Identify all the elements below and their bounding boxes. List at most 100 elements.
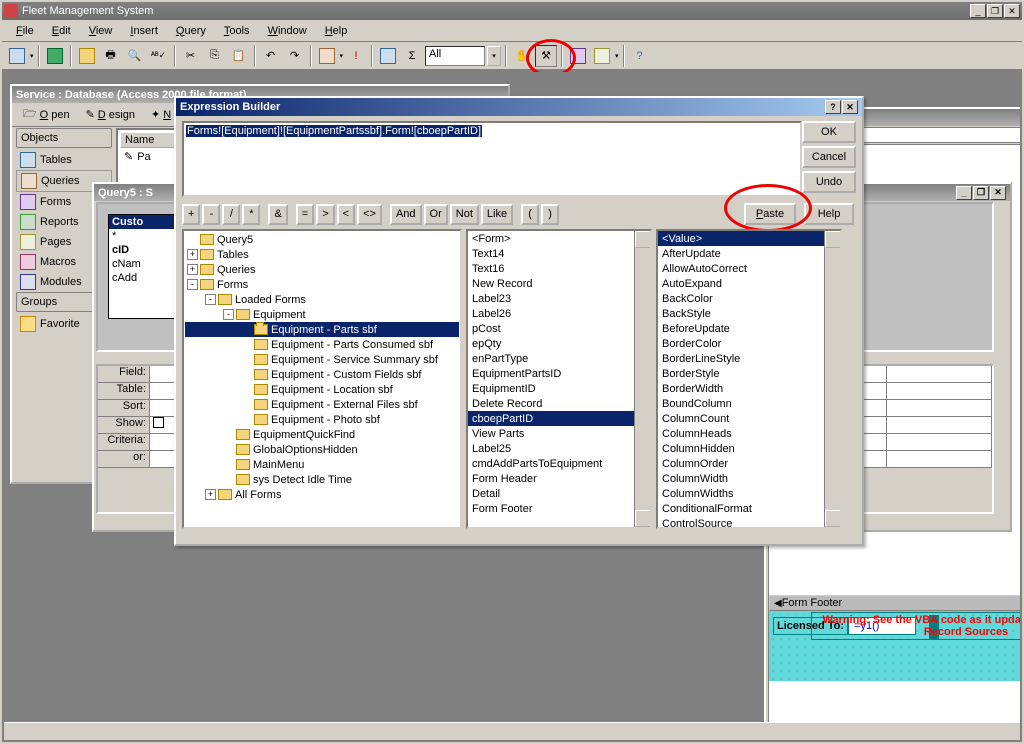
print-icon[interactable]: 🖶 — [100, 45, 122, 67]
menu-help[interactable]: Help — [317, 23, 356, 39]
menu-window[interactable]: Window — [260, 23, 315, 39]
menu-query[interactable]: Query — [168, 23, 214, 39]
copy-icon[interactable]: ⎘ — [204, 45, 226, 67]
close-button[interactable]: ✕ — [1004, 4, 1020, 18]
right-list-item[interactable]: BorderColor — [658, 336, 840, 351]
tree-item[interactable]: Equipment - External Files sbf — [185, 397, 459, 412]
toolbar-btn-1[interactable] — [76, 45, 98, 67]
right-list-item[interactable]: ColumnHidden — [658, 441, 840, 456]
build-icon[interactable]: ⚒ — [535, 45, 557, 67]
mid-list-item[interactable]: Delete Record — [468, 396, 650, 411]
preview-icon[interactable]: 🔍 — [124, 45, 146, 67]
qry-max[interactable]: ❐ — [973, 186, 989, 200]
op-button-x[interactable]: - — [202, 204, 220, 225]
db-design-button[interactable]: ✎ Design — [79, 105, 142, 125]
right-list-item[interactable]: AutoExpand — [658, 276, 840, 291]
op-button-Not[interactable]: Not — [450, 204, 479, 225]
right-list-item[interactable]: ControlSource — [658, 516, 840, 529]
top-values-combo[interactable]: All — [425, 46, 485, 66]
tree-item[interactable]: -Forms — [185, 277, 459, 292]
tree-item[interactable]: Equipment - Service Summary sbf — [185, 352, 459, 367]
menu-view[interactable]: View — [81, 23, 121, 39]
toolbar-view-icon[interactable] — [6, 45, 28, 67]
op-button-Or[interactable]: Or — [424, 204, 448, 225]
menu-insert[interactable]: Insert — [122, 23, 166, 39]
sidebar-tables[interactable]: Tables — [16, 150, 112, 170]
grid-cell[interactable] — [887, 366, 992, 383]
right-list-item[interactable]: ColumnHeads — [658, 426, 840, 441]
right-list-item[interactable]: ConditionalFormat — [658, 501, 840, 516]
right-list-item[interactable]: BoundColumn — [658, 396, 840, 411]
properties-icon[interactable]: ✋ — [511, 45, 533, 67]
restore-button[interactable]: ❐ — [987, 4, 1003, 18]
op-button-xx[interactable]: <> — [357, 204, 382, 225]
mid-list-item[interactable]: Label26 — [468, 306, 650, 321]
mid-list-item[interactable]: View Parts — [468, 426, 650, 441]
mid-list-item[interactable]: New Record — [468, 276, 650, 291]
grid-cell[interactable] — [887, 451, 992, 468]
tree-item[interactable]: Equipment - Location sbf — [185, 382, 459, 397]
tree-item[interactable]: GlobalOptionsHidden — [185, 442, 459, 457]
cut-icon[interactable]: ✂ — [180, 45, 202, 67]
mid-list-item[interactable]: Form Footer — [468, 501, 650, 516]
scrollbar[interactable] — [634, 231, 650, 527]
paste-icon[interactable]: 📋 — [228, 45, 250, 67]
op-button-x[interactable]: = — [296, 204, 314, 225]
form-footer-bar[interactable]: ◀ Form Footer — [769, 595, 1020, 611]
mid-list-item[interactable]: cmdAddPartsToEquipment — [468, 456, 650, 471]
mid-list-item[interactable]: cboepPartID — [468, 411, 650, 426]
op-button-x[interactable]: & — [268, 204, 287, 225]
mid-list-item[interactable]: EquipmentPartsID — [468, 366, 650, 381]
op-button-And[interactable]: And — [390, 204, 422, 225]
right-list-item[interactable]: BeforeUpdate — [658, 321, 840, 336]
op-button-x[interactable]: < — [337, 204, 355, 225]
tree-item[interactable]: -Equipment — [185, 307, 459, 322]
op-button-x[interactable]: ( — [521, 204, 539, 225]
menu-edit[interactable]: Edit — [44, 23, 79, 39]
grid-cell[interactable] — [887, 383, 992, 400]
op-button-x[interactable]: > — [316, 204, 334, 225]
help-button[interactable]: Help — [804, 203, 854, 225]
right-list-item[interactable]: BackColor — [658, 291, 840, 306]
tree-item[interactable]: Query5 — [185, 232, 459, 247]
querytype-icon[interactable] — [316, 45, 338, 67]
grid-cell[interactable] — [887, 434, 992, 451]
db-open-button[interactable]: 🗁 OOpenpen — [16, 105, 77, 125]
expression-textbox[interactable]: Forms![Equipment]![EquipmentPartssbf].Fo… — [182, 121, 802, 197]
menu-file[interactable]: File — [8, 23, 42, 39]
mid-list-item[interactable]: epQty — [468, 336, 650, 351]
newobj-icon[interactable] — [591, 45, 613, 67]
tree-item[interactable]: +All Forms — [185, 487, 459, 502]
ok-button[interactable]: OK — [802, 121, 856, 143]
run-icon[interactable]: ! — [345, 45, 367, 67]
mid-list-item[interactable]: Text14 — [468, 246, 650, 261]
right-list-item[interactable]: AllowAutoCorrect — [658, 261, 840, 276]
dbwindow-icon[interactable] — [567, 45, 589, 67]
tree-item[interactable]: +Tables — [185, 247, 459, 262]
help-icon[interactable]: ? — [629, 45, 651, 67]
expression-tree-pane[interactable]: Query5+Tables+Queries-Forms-Loaded Forms… — [182, 229, 462, 529]
mid-list-item[interactable]: pCost — [468, 321, 650, 336]
tree-item[interactable]: Equipment - Parts sbf — [185, 322, 459, 337]
mid-list-item[interactable]: Label23 — [468, 291, 650, 306]
right-list-item[interactable]: AfterUpdate — [658, 246, 840, 261]
mid-list-item[interactable]: <Form> — [468, 231, 650, 246]
right-list-item[interactable]: BorderStyle — [658, 366, 840, 381]
mid-list-item[interactable]: Text16 — [468, 261, 650, 276]
mid-list-item[interactable]: enPartType — [468, 351, 650, 366]
undo-icon[interactable]: ↶ — [260, 45, 282, 67]
undo-button[interactable]: Undo — [802, 171, 856, 193]
dlg-help-button[interactable]: ? — [825, 100, 841, 114]
tree-item[interactable]: +Queries — [185, 262, 459, 277]
scrollbar[interactable] — [824, 231, 840, 527]
cancel-button[interactable]: Cancel — [802, 146, 856, 168]
mid-list-item[interactable]: Detail — [468, 486, 650, 501]
tree-item[interactable]: Equipment - Photo sbf — [185, 412, 459, 427]
dlg-close-button[interactable]: ✕ — [842, 100, 858, 114]
expression-mid-pane[interactable]: <Form>Text14Text16New RecordLabel23Label… — [466, 229, 652, 529]
grid-cell[interactable] — [887, 417, 992, 434]
right-list-item[interactable]: ColumnOrder — [658, 456, 840, 471]
mid-list-item[interactable]: Label25 — [468, 441, 650, 456]
right-list-item[interactable]: ColumnCount — [658, 411, 840, 426]
mid-list-item[interactable]: Form Header — [468, 471, 650, 486]
